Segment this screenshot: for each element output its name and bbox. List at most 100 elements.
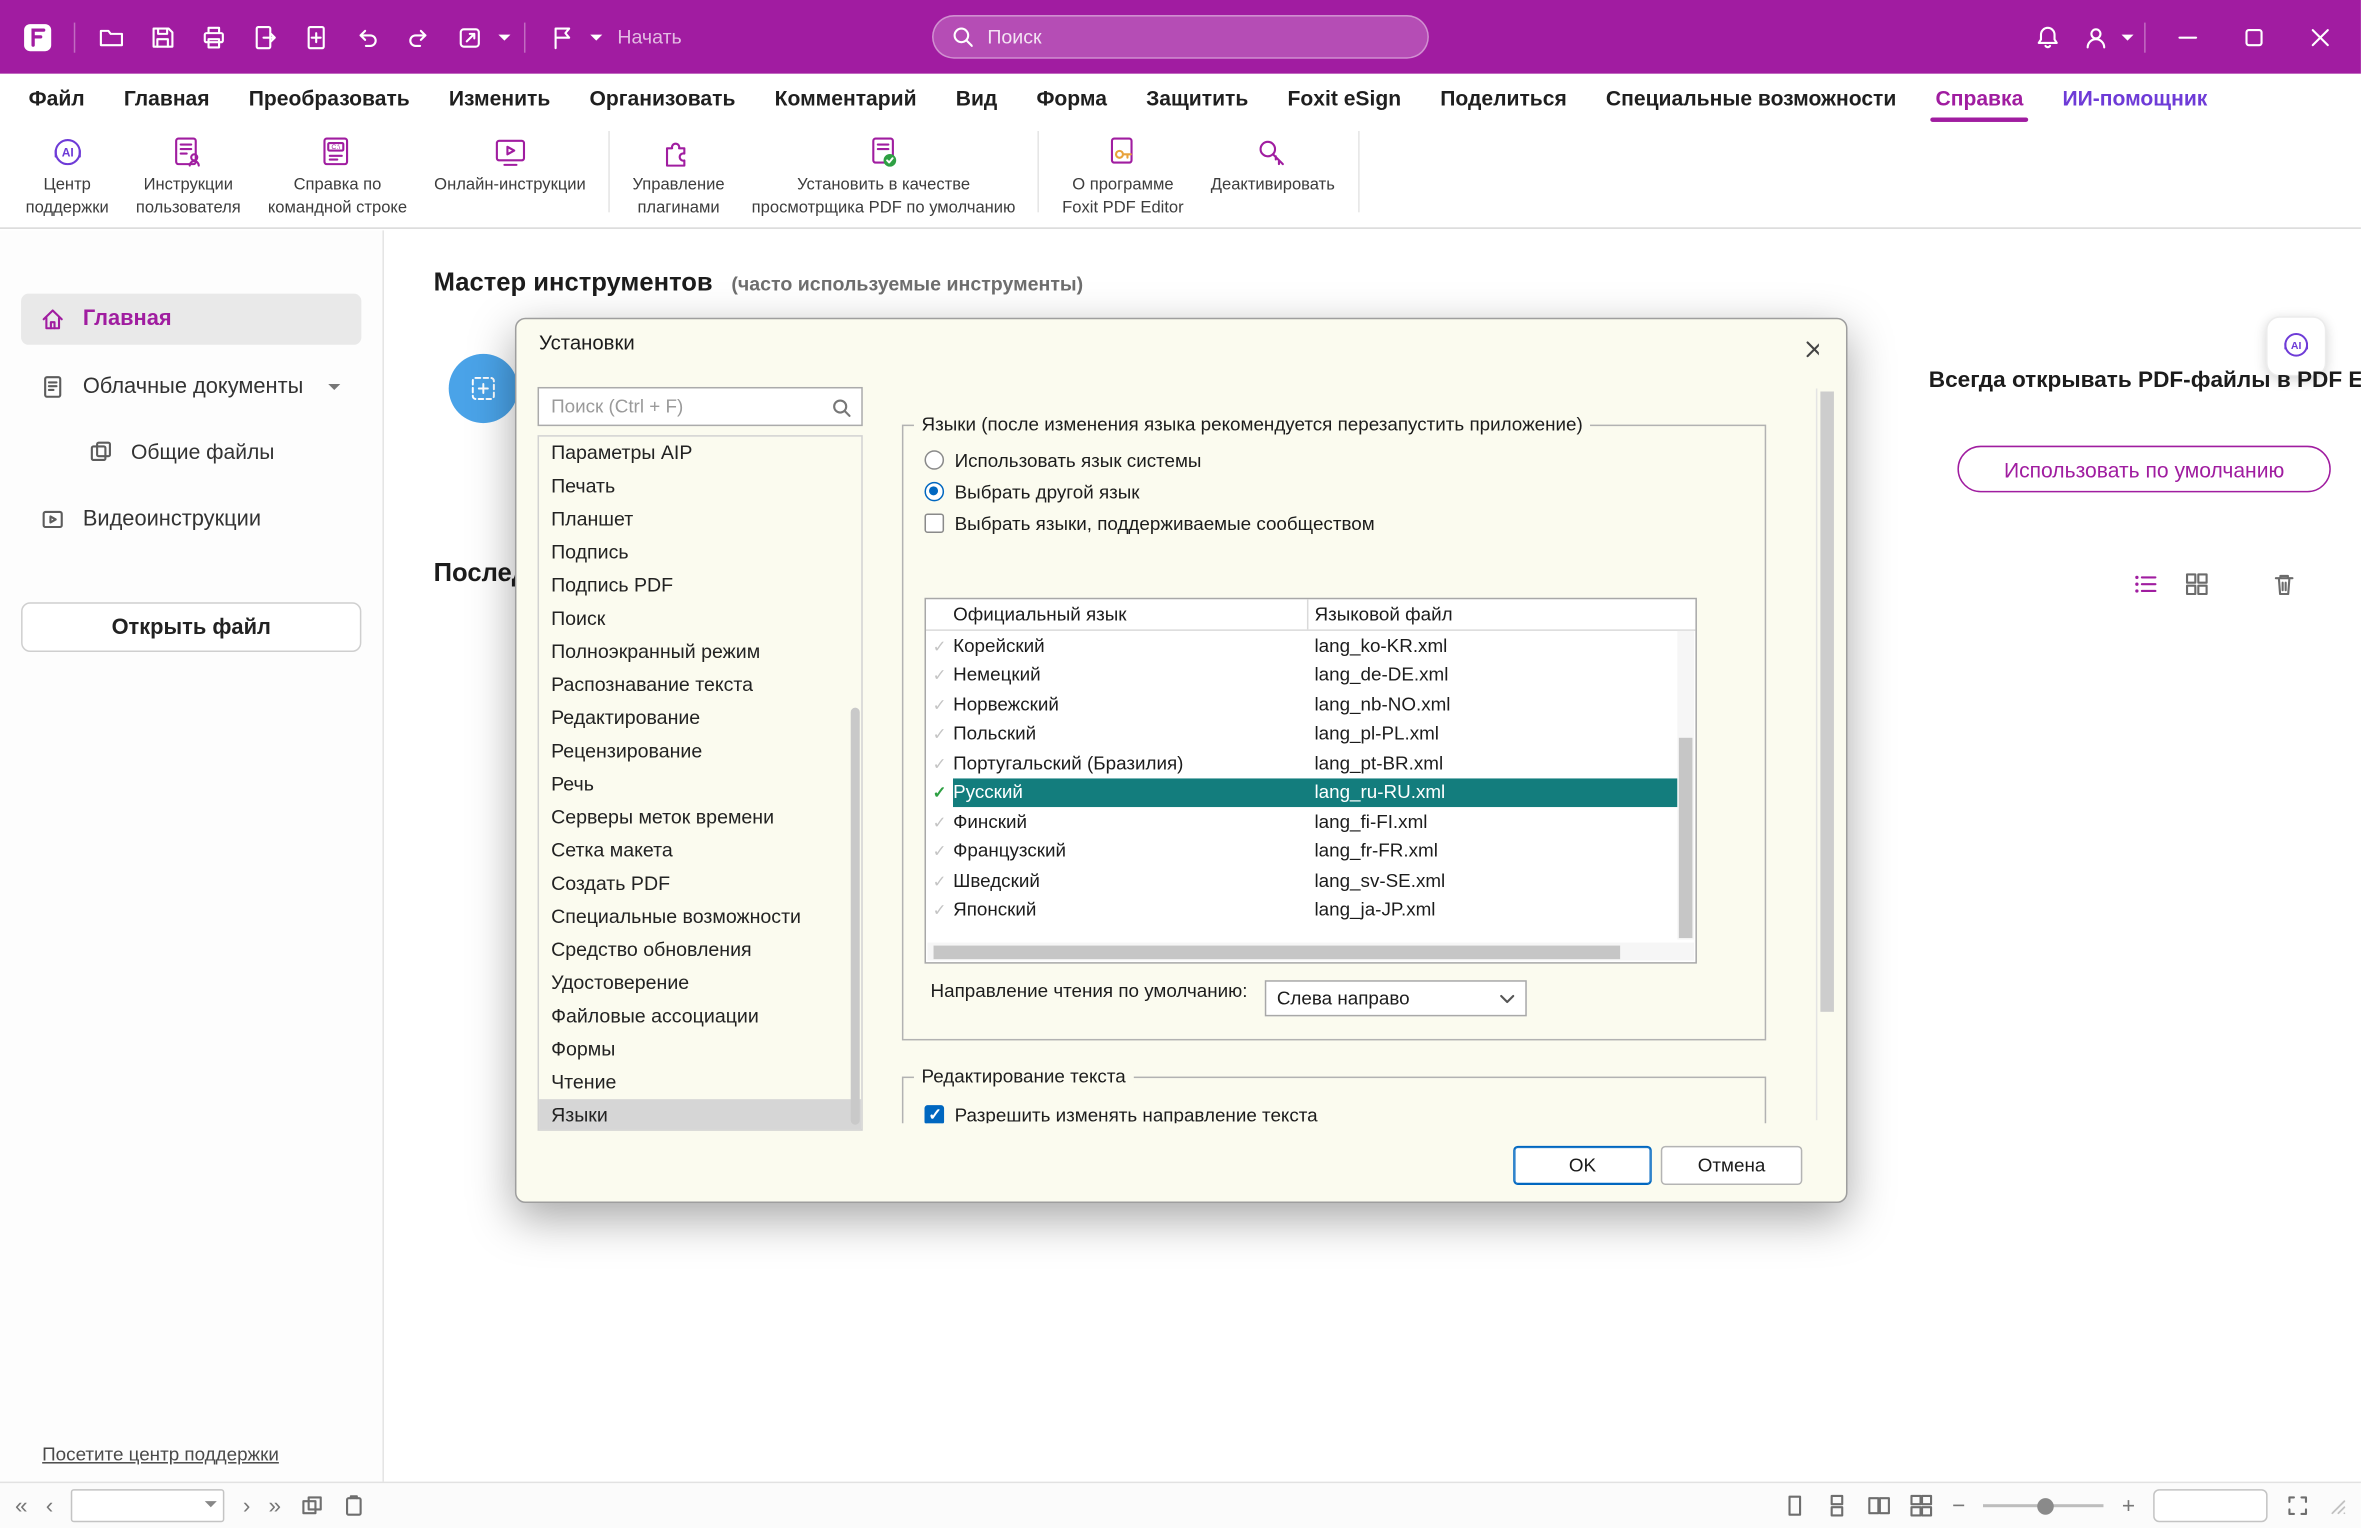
menu-form[interactable]: Форма bbox=[1017, 74, 1127, 122]
page-number-input[interactable] bbox=[71, 1489, 225, 1522]
category-item[interactable]: Сетка макета bbox=[539, 834, 861, 867]
menu-organize[interactable]: Организовать bbox=[570, 74, 755, 122]
language-row-selected[interactable]: Русскийlang_ru-RU.xml bbox=[926, 778, 1677, 807]
single-page-view-icon[interactable] bbox=[1783, 1494, 1807, 1518]
new-page-icon[interactable] bbox=[294, 14, 339, 59]
ribbon-about-button[interactable]: О программе Foxit PDF Editor bbox=[1049, 122, 1198, 218]
support-center-link[interactable]: Посетите центр поддержки bbox=[42, 1444, 279, 1465]
last-page-button[interactable]: » bbox=[269, 1494, 282, 1517]
table-vertical-scrollbar[interactable] bbox=[1677, 631, 1694, 940]
zoom-slider[interactable] bbox=[1983, 1497, 2103, 1515]
zoom-value-box[interactable] bbox=[2153, 1489, 2267, 1522]
start-flag-icon[interactable] bbox=[539, 14, 584, 59]
ribbon-user-manual-button[interactable]: Инструкции пользователя bbox=[122, 122, 254, 218]
menu-view[interactable]: Вид bbox=[936, 74, 1017, 122]
global-search-input[interactable] bbox=[984, 24, 1409, 50]
category-item[interactable]: Полноэкранный режим bbox=[539, 635, 861, 668]
start-dropdown-icon[interactable] bbox=[590, 34, 602, 40]
start-label[interactable]: Начать bbox=[617, 26, 681, 49]
zoom-out-button[interactable]: − bbox=[1952, 1494, 1965, 1517]
category-item[interactable]: Формы bbox=[539, 1033, 861, 1066]
share-icon[interactable] bbox=[447, 14, 492, 59]
category-item[interactable]: Редактирование bbox=[539, 702, 861, 735]
menu-protect[interactable]: Защитить bbox=[1127, 74, 1268, 122]
clipboard-icon[interactable] bbox=[341, 1494, 365, 1518]
checkbox-allow-text-direction[interactable]: Разрешить изменять направление текста bbox=[924, 1099, 1317, 1123]
sidebar-item-cloud-documents[interactable]: Облачные документы bbox=[21, 361, 361, 412]
category-item[interactable]: Речь bbox=[539, 768, 861, 801]
ribbon-deactivate-button[interactable]: Деактивировать bbox=[1197, 122, 1348, 198]
sidebar-item-home[interactable]: Главная bbox=[21, 294, 361, 345]
menu-edit[interactable]: Изменить bbox=[429, 74, 570, 122]
category-item[interactable]: Параметры AIP bbox=[539, 437, 861, 470]
category-item[interactable]: Поиск bbox=[539, 602, 861, 635]
column-header[interactable]: Официальный язык bbox=[926, 599, 1308, 629]
language-row[interactable]: Немецкийlang_de-DE.xml bbox=[926, 660, 1677, 689]
radio-choose-language[interactable]: Выбрать другой язык bbox=[924, 476, 1374, 508]
zoom-in-button[interactable]: + bbox=[2122, 1494, 2135, 1517]
dialog-search-field[interactable] bbox=[538, 387, 863, 426]
use-as-default-button[interactable]: Использовать по умолчанию bbox=[1957, 446, 2330, 493]
menu-share[interactable]: Поделиться bbox=[1421, 74, 1587, 122]
category-item[interactable]: Специальные возможности bbox=[539, 900, 861, 933]
undo-icon[interactable] bbox=[345, 14, 390, 59]
zoom-slider-thumb[interactable] bbox=[2038, 1497, 2055, 1514]
category-item-selected[interactable]: Языки bbox=[539, 1099, 861, 1131]
next-page-button[interactable]: › bbox=[243, 1494, 251, 1517]
ribbon-cmdline-help-button[interactable]: C:\ Справка по командной строке bbox=[254, 122, 420, 218]
category-item[interactable]: Подпись PDF bbox=[539, 569, 861, 602]
dialog-search-input[interactable] bbox=[539, 388, 843, 424]
grid-view-icon[interactable] bbox=[2183, 571, 2210, 598]
menu-esign[interactable]: Foxit eSign bbox=[1268, 74, 1421, 122]
global-search-field[interactable] bbox=[932, 15, 1429, 59]
continuous-view-icon[interactable] bbox=[1826, 1494, 1850, 1518]
category-item[interactable]: Удостоверение bbox=[539, 967, 861, 1000]
close-button[interactable] bbox=[2289, 11, 2352, 62]
menu-convert[interactable]: Преобразовать bbox=[229, 74, 429, 122]
menu-help[interactable]: Справка bbox=[1916, 74, 2043, 122]
maximize-button[interactable] bbox=[2222, 11, 2285, 62]
facing-continuous-view-icon[interactable] bbox=[1910, 1494, 1934, 1518]
menu-ai-assistant[interactable]: ИИ-помощник bbox=[2043, 74, 2227, 122]
menu-comment[interactable]: Комментарий bbox=[755, 74, 936, 122]
scrollbar-thumb[interactable] bbox=[1679, 738, 1693, 938]
redo-icon[interactable] bbox=[396, 14, 441, 59]
minimize-button[interactable] bbox=[2156, 11, 2219, 62]
save-icon[interactable] bbox=[140, 14, 185, 59]
language-row[interactable]: Корейскийlang_ko-KR.xml bbox=[926, 631, 1677, 660]
fullscreen-icon[interactable] bbox=[2286, 1494, 2310, 1518]
edit-tool-tile-icon[interactable] bbox=[449, 354, 518, 423]
menu-file[interactable]: Файл bbox=[9, 74, 104, 122]
category-item[interactable]: Чтение bbox=[539, 1066, 861, 1099]
scrollbar-thumb[interactable] bbox=[1820, 391, 1834, 1011]
table-horizontal-scrollbar[interactable] bbox=[928, 943, 1694, 961]
language-row[interactable]: Польскийlang_pl-PL.xml bbox=[926, 719, 1677, 748]
prev-page-button[interactable]: ‹ bbox=[46, 1494, 54, 1517]
list-view-icon[interactable] bbox=[2132, 571, 2159, 598]
category-item[interactable]: Создать PDF bbox=[539, 867, 861, 900]
scrollbar-thumb[interactable] bbox=[851, 708, 860, 1125]
menu-accessibility[interactable]: Специальные возможности bbox=[1586, 74, 1916, 122]
notifications-bell-icon[interactable] bbox=[2025, 14, 2070, 59]
reading-direction-dropdown[interactable]: Слева направо bbox=[1265, 980, 1527, 1016]
ribbon-set-default-viewer-button[interactable]: Установить в качестве просмотрщика PDF п… bbox=[738, 122, 1029, 218]
category-item[interactable]: Печать bbox=[539, 470, 861, 503]
menu-home[interactable]: Главная bbox=[104, 74, 229, 122]
panel-scrollbar[interactable] bbox=[1816, 388, 1836, 1120]
scrollbar-thumb[interactable] bbox=[934, 945, 1621, 959]
trash-icon[interactable] bbox=[2271, 571, 2298, 598]
print-icon[interactable] bbox=[191, 14, 236, 59]
chevron-down-icon[interactable] bbox=[329, 384, 341, 390]
category-item[interactable]: Средство обновления bbox=[539, 934, 861, 967]
export-icon[interactable] bbox=[242, 14, 287, 59]
share-dropdown-icon[interactable] bbox=[498, 34, 510, 40]
language-row[interactable]: Шведскийlang_sv-SE.xml bbox=[926, 866, 1677, 895]
category-item[interactable]: Файловые ассоциации bbox=[539, 1000, 861, 1033]
sidebar-item-shared-files[interactable]: Общие файлы bbox=[69, 429, 361, 474]
ribbon-online-tutorials-button[interactable]: Онлайн-инструкции bbox=[421, 122, 600, 198]
radio-use-system-language[interactable]: Использовать язык системы bbox=[924, 444, 1374, 476]
cancel-button[interactable]: Отмена bbox=[1661, 1146, 1803, 1185]
sidebar-item-video-tutorials[interactable]: Видеоинструкции bbox=[21, 494, 361, 545]
column-header[interactable]: Языковой файл bbox=[1308, 604, 1695, 625]
ribbon-manage-plugins-button[interactable]: Управление плагинами bbox=[619, 122, 738, 218]
